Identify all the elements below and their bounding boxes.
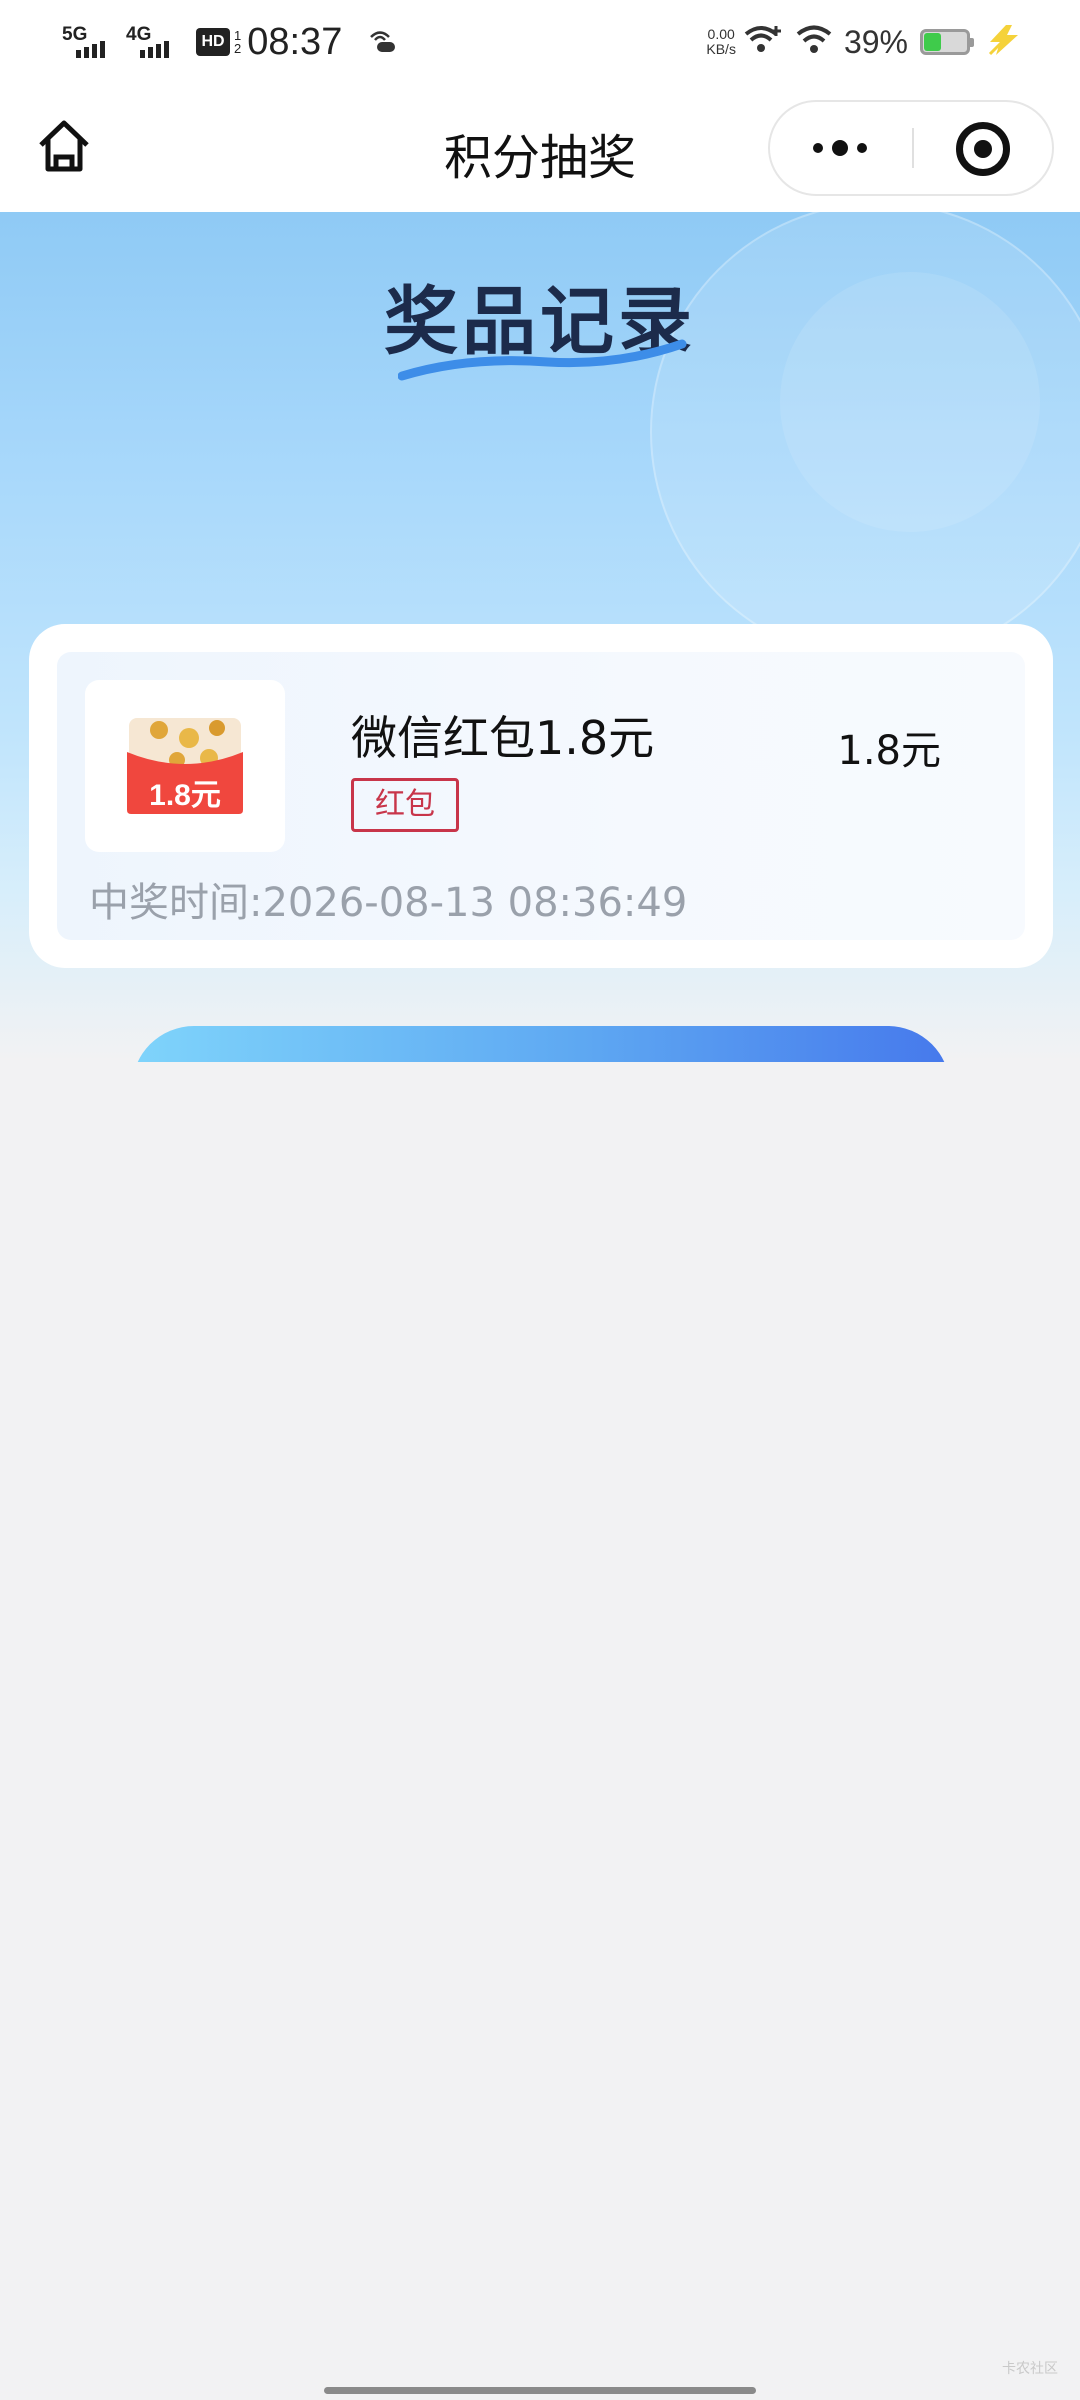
prize-type-tag: 红包 <box>351 778 459 832</box>
status-right: 0.00 KB/s 39% <box>706 16 1024 68</box>
home-indicator[interactable] <box>324 2387 756 2394</box>
title-swoosh-decoration <box>398 339 687 381</box>
battery-icon <box>920 29 974 55</box>
more-button[interactable] <box>770 102 910 194</box>
status-time: 08:37 <box>247 20 343 63</box>
hd-sim-2: 2 <box>234 41 242 56</box>
watermark: 卡农社区 <box>1002 2361 1058 2377</box>
prize-value: 1.8元 <box>837 728 941 774</box>
speed-unit: KB/s <box>706 41 736 57</box>
target-close-icon <box>974 140 992 158</box>
nav-bar: 积分抽奖 <box>0 84 1080 212</box>
signal-4g-icon: 4G <box>126 22 182 62</box>
speed-value: 0.00 <box>707 26 735 42</box>
wifi-icon <box>796 24 832 60</box>
prize-record-card: 1.8元 微信红包1.8元 红包 1.8元 中奖时间:2026-08-13 08… <box>29 624 1053 968</box>
hd-voice-icon: HD <box>196 28 230 56</box>
miniprogram-capsule <box>768 100 1054 196</box>
charging-bolt-icon <box>984 24 1024 60</box>
back-to-lottery-button[interactable]: 返回抽奖 <box>132 1026 950 1062</box>
battery-percent: 39% <box>843 23 908 60</box>
status-bar: 5G 4G HD 1 2 08:37 0.00 KB/s 39% <box>0 0 1080 84</box>
nfc-android-icon <box>368 25 398 59</box>
signal-5g-icon: 5G <box>62 22 118 62</box>
status-left: 5G 4G HD 1 2 08:37 <box>62 16 398 68</box>
hd-sim-indicator: 1 2 <box>234 29 241 55</box>
more-dots-icon <box>813 143 823 153</box>
network-speed: 0.00 KB/s <box>706 27 736 57</box>
prize-name: 微信红包1.8元 <box>351 711 655 765</box>
hero-background: 奖品记录 1.8元 微信红包1.8元 红包 1.8元 中奖时间:2026-08-… <box>0 212 1080 1062</box>
wifi-plus-icon <box>744 24 784 60</box>
red-packet-amount: 1.8元 <box>149 779 221 812</box>
red-packet-icon: 1.8元 <box>127 718 243 814</box>
capsule-divider <box>912 128 914 168</box>
red-packet-thumbnail: 1.8元 <box>85 680 285 852</box>
win-time: 中奖时间:2026-08-13 08:36:49 <box>89 880 688 926</box>
prize-record-item[interactable]: 1.8元 微信红包1.8元 红包 1.8元 中奖时间:2026-08-13 08… <box>57 652 1025 940</box>
close-miniprogram-button[interactable] <box>956 122 1010 176</box>
